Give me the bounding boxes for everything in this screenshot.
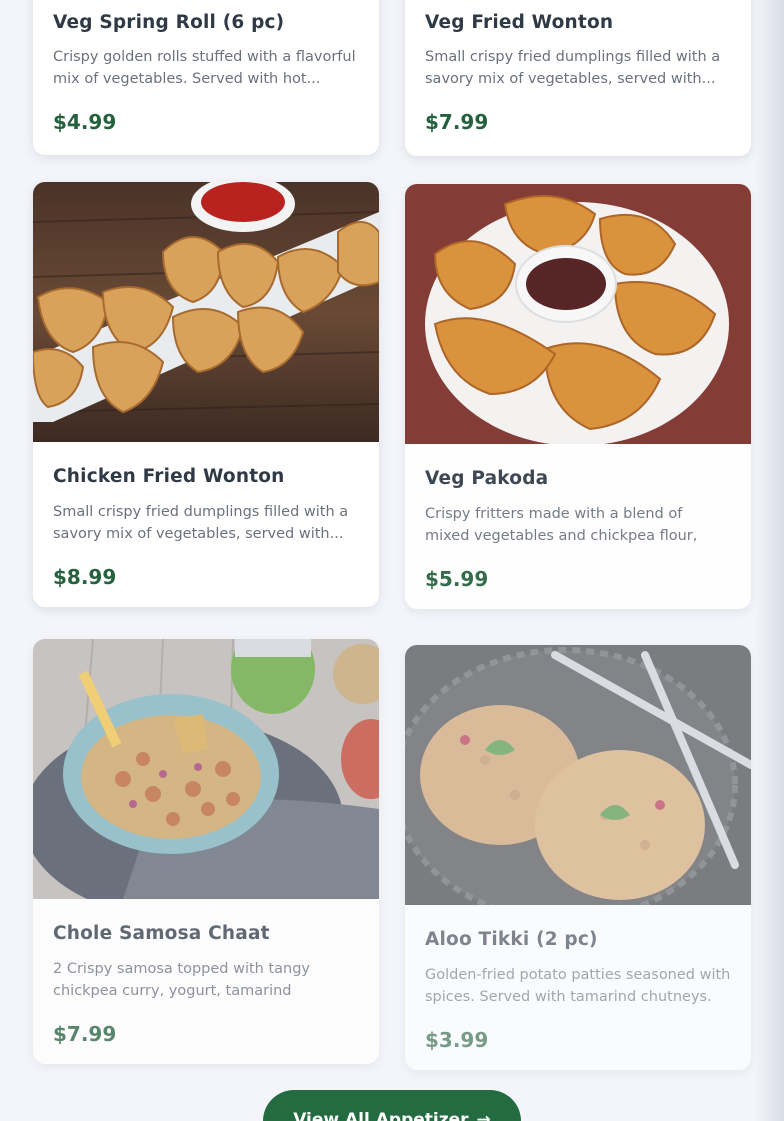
item-description: Crispy golden rolls stuffed with a flavo… (53, 49, 356, 87)
item-price: $7.99 (425, 110, 489, 134)
item-description: Small crispy fried dumplings filled with… (425, 49, 721, 87)
item-price: $7.99 (53, 1022, 117, 1046)
item-description: Golden-fried potato patties seasoned wit… (425, 967, 731, 1005)
menu-card-veg-spring-roll[interactable]: Veg Spring Roll (6 pc) Crispy golden rol… (33, 0, 379, 155)
menu-card-veg-pakoda[interactable]: Veg Pakoda Crispy fritters made with a b… (405, 184, 751, 609)
item-title: Aloo Tikki (2 pc) (425, 929, 598, 950)
view-all-appetizer-button[interactable]: View All Appetizer → (263, 1090, 521, 1121)
item-description: 2 Crispy samosa topped with tangy chickp… (53, 961, 310, 999)
item-price: $3.99 (425, 1028, 489, 1052)
view-all-label: View All Appetizer (293, 1110, 469, 1121)
veg-pakoda-image (405, 184, 751, 444)
samosa-chaat-image (33, 639, 379, 899)
item-price: $5.99 (425, 567, 489, 591)
arrow-right-icon: → (476, 1110, 491, 1121)
item-description: Small crispy fried dumplings filled with… (53, 504, 349, 542)
aloo-tikki-image (405, 645, 751, 905)
item-title: Veg Spring Roll (6 pc) (53, 12, 285, 33)
scroll-shade (754, 0, 784, 1121)
menu-card-aloo-tikki[interactable]: Aloo Tikki (2 pc) Golden-fried potato pa… (405, 645, 751, 1070)
menu-card-veg-fried-wonton[interactable]: Veg Fried Wonton Small crispy fried dump… (405, 0, 751, 156)
item-title: Chole Samosa Chaat (53, 923, 270, 944)
item-title: Veg Pakoda (425, 468, 549, 489)
chicken-wonton-image (33, 182, 379, 442)
item-description: Crispy fritters made with a blend of mix… (425, 506, 698, 544)
item-price: $8.99 (53, 565, 117, 589)
item-title: Chicken Fried Wonton (53, 466, 285, 487)
menu-card-chole-samosa-chaat[interactable]: Chole Samosa Chaat 2 Crispy samosa toppe… (33, 639, 379, 1064)
item-price: $4.99 (53, 110, 117, 134)
item-title: Veg Fried Wonton (425, 12, 614, 33)
menu-card-chicken-fried-wonton[interactable]: Chicken Fried Wonton Small crispy fried … (33, 182, 379, 607)
